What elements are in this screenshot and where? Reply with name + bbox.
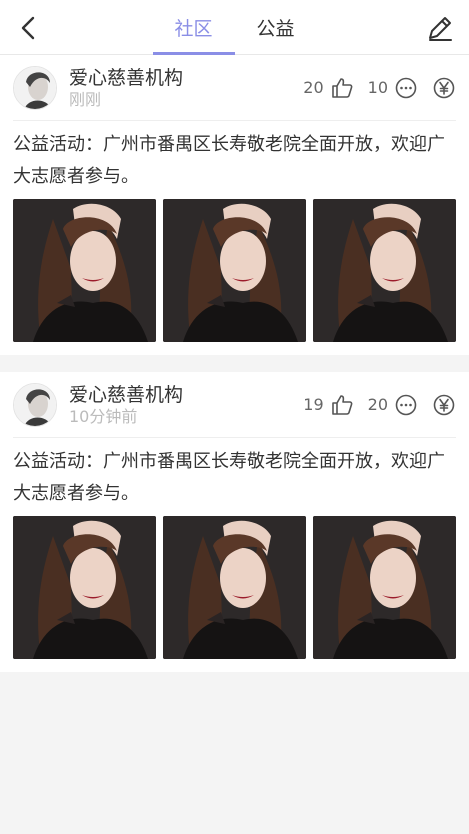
photo-grid xyxy=(13,199,456,342)
post-time: 刚刚 xyxy=(69,89,102,109)
post-time: 10分钟前 xyxy=(69,406,138,426)
post-photo[interactable] xyxy=(313,516,456,659)
avatar[interactable] xyxy=(13,65,57,110)
avatar[interactable] xyxy=(13,382,57,427)
yen-coin-icon xyxy=(433,77,455,98)
donate-button[interactable] xyxy=(432,393,456,417)
like-count: 19 xyxy=(303,395,324,414)
org-name: 爱心慈善机构 xyxy=(69,383,184,406)
post-photo[interactable] xyxy=(163,199,306,342)
post-photo[interactable] xyxy=(13,516,156,659)
like-button[interactable]: 20 xyxy=(303,76,353,100)
post-card[interactable]: 爱心慈善机构 10分钟前 19 20 公益活动：广州市番禺区长寿敬老院全面开放，… xyxy=(0,372,469,672)
comment-count: 10 xyxy=(367,78,388,97)
post-photo[interactable] xyxy=(313,199,456,342)
post-photo[interactable] xyxy=(13,199,156,342)
avatar-image xyxy=(14,66,56,109)
donate-button[interactable] xyxy=(432,76,456,100)
post-content: 公益活动：广州市番禺区长寿敬老院全面开放，欢迎广大志愿者参与。 xyxy=(13,451,445,504)
tab-community[interactable]: 社区 xyxy=(152,0,235,55)
post-header: 爱心慈善机构 10分钟前 19 20 xyxy=(13,372,456,438)
tab-bar: 社区 公益 xyxy=(0,0,469,55)
pencil-icon[interactable] xyxy=(425,13,455,43)
comment-button[interactable]: 10 xyxy=(368,76,418,100)
post-photo[interactable] xyxy=(163,516,306,659)
org-name: 爱心慈善机构 xyxy=(69,66,184,89)
comment-dots-icon xyxy=(395,394,417,415)
yen-coin-icon xyxy=(433,394,455,415)
thumbs-up-icon xyxy=(331,394,353,415)
thumbs-up-icon xyxy=(331,77,353,98)
post-header: 爱心慈善机构 刚刚 20 10 xyxy=(13,55,456,121)
app-header: 社区 公益 xyxy=(0,0,469,55)
comment-button[interactable]: 20 xyxy=(368,393,418,417)
avatar-image xyxy=(14,383,56,426)
photo-grid xyxy=(13,516,456,659)
comment-dots-icon xyxy=(395,77,417,98)
like-button[interactable]: 19 xyxy=(303,393,353,417)
comment-count: 20 xyxy=(367,395,388,414)
tab-charity[interactable]: 公益 xyxy=(235,0,317,55)
post-card[interactable]: 爱心慈善机构 刚刚 20 10 公益活动：广州市番禺区长寿敬老院全面开放，欢迎广… xyxy=(0,55,469,355)
post-content: 公益活动：广州市番禺区长寿敬老院全面开放，欢迎广大志愿者参与。 xyxy=(13,134,445,187)
like-count: 20 xyxy=(303,78,324,97)
